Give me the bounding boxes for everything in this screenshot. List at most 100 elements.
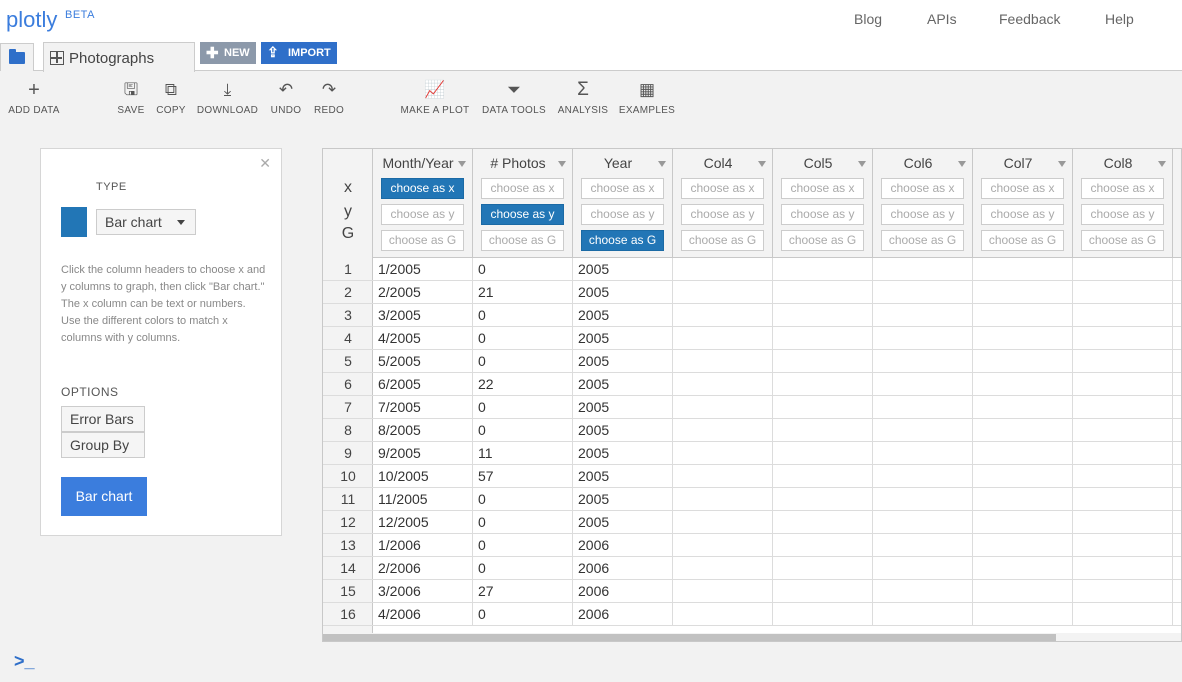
console-icon[interactable]: >_ <box>14 651 35 672</box>
table-cell[interactable] <box>673 396 773 419</box>
choose-as-x-button[interactable]: choose as x <box>881 178 964 199</box>
table-cell[interactable]: 2006 <box>573 580 673 603</box>
table-cell[interactable]: 1/2006 <box>373 534 473 557</box>
caret-down-icon[interactable] <box>1158 161 1166 167</box>
table-cell[interactable] <box>773 442 873 465</box>
table-cell[interactable]: 2005 <box>573 327 673 350</box>
close-icon[interactable]: ✕ <box>259 155 271 172</box>
table-cell[interactable] <box>673 603 773 626</box>
table-cell[interactable] <box>973 603 1073 626</box>
choose-as-g-button[interactable]: choose as G <box>1081 230 1164 251</box>
table-cell[interactable]: 2/2005 <box>373 281 473 304</box>
table-cell[interactable] <box>673 442 773 465</box>
table-cell[interactable] <box>973 373 1073 396</box>
table-cell[interactable] <box>773 465 873 488</box>
choose-as-g-button[interactable]: choose as G <box>781 230 864 251</box>
table-cell[interactable]: 3/2006 <box>373 580 473 603</box>
table-cell[interactable] <box>673 557 773 580</box>
choose-as-y-button[interactable]: choose as y <box>681 204 764 225</box>
table-cell[interactable] <box>973 327 1073 350</box>
table-cell[interactable]: 2005 <box>573 396 673 419</box>
table-cell[interactable] <box>873 304 973 327</box>
table-cell[interactable]: 0 <box>473 258 573 281</box>
table-cell[interactable] <box>873 557 973 580</box>
table-cell[interactable] <box>673 488 773 511</box>
choose-as-x-button[interactable]: choose as x <box>1081 178 1164 199</box>
table-cell[interactable] <box>1073 534 1173 557</box>
table-cell[interactable] <box>773 396 873 419</box>
table-cell[interactable]: 0 <box>473 603 573 626</box>
table-cell[interactable] <box>873 258 973 281</box>
table-cell[interactable]: 0 <box>473 534 573 557</box>
plotly-logo[interactable]: plotly <box>6 7 57 33</box>
table-cell[interactable] <box>1073 465 1173 488</box>
table-cell[interactable] <box>773 373 873 396</box>
choose-as-y-button[interactable]: choose as y <box>1081 204 1164 225</box>
table-cell[interactable]: 2005 <box>573 281 673 304</box>
table-cell[interactable]: 9/2005 <box>373 442 473 465</box>
table-cell[interactable]: 2005 <box>573 465 673 488</box>
table-cell[interactable]: 0 <box>473 557 573 580</box>
table-cell[interactable]: 5/2005 <box>373 350 473 373</box>
table-cell[interactable] <box>773 327 873 350</box>
table-cell[interactable] <box>1073 557 1173 580</box>
table-cell[interactable] <box>873 580 973 603</box>
table-cell[interactable] <box>973 511 1073 534</box>
table-cell[interactable] <box>1073 419 1173 442</box>
table-cell[interactable]: 4/2005 <box>373 327 473 350</box>
table-cell[interactable] <box>673 419 773 442</box>
choose-as-g-button[interactable]: choose as G <box>681 230 764 251</box>
choose-as-y-button[interactable]: choose as y <box>781 204 864 225</box>
table-cell[interactable]: 0 <box>473 304 573 327</box>
nav-blog[interactable]: Blog <box>854 11 882 27</box>
column-header[interactable]: Year choose as x choose as y choose as G <box>573 149 673 258</box>
table-cell[interactable]: 3/2005 <box>373 304 473 327</box>
column-header[interactable]: Month/Year choose as x choose as y choose a… <box>373 149 473 258</box>
caret-down-icon[interactable] <box>458 161 466 167</box>
table-cell[interactable] <box>673 327 773 350</box>
table-cell[interactable] <box>1073 327 1173 350</box>
table-cell[interactable] <box>673 534 773 557</box>
table-cell[interactable]: 2005 <box>573 304 673 327</box>
table-cell[interactable] <box>873 350 973 373</box>
table-cell[interactable] <box>1073 281 1173 304</box>
table-cell[interactable]: 7/2005 <box>373 396 473 419</box>
table-cell[interactable]: 2/2006 <box>373 557 473 580</box>
table-cell[interactable]: 57 <box>473 465 573 488</box>
table-cell[interactable]: 2005 <box>573 488 673 511</box>
choose-as-g-button[interactable]: choose as G <box>881 230 964 251</box>
make-plot-button[interactable]: 📈 MAKE A PLOT <box>398 71 472 125</box>
table-cell[interactable] <box>973 465 1073 488</box>
chart-type-select[interactable]: Bar chart <box>96 209 196 235</box>
table-cell[interactable]: 2006 <box>573 557 673 580</box>
choose-as-g-button[interactable]: choose as G <box>981 230 1064 251</box>
choose-as-g-button[interactable]: choose as G <box>381 230 464 251</box>
table-cell[interactable] <box>773 350 873 373</box>
choose-as-x-button[interactable]: choose as x <box>381 178 464 199</box>
bar-chart-button[interactable]: Bar chart <box>61 477 147 516</box>
folder-tab[interactable] <box>0 43 34 71</box>
choose-as-g-button[interactable]: choose as G <box>481 230 564 251</box>
column-header[interactable]: Col7 choose as x choose as y choose as G <box>973 149 1073 258</box>
table-cell[interactable] <box>873 442 973 465</box>
table-cell[interactable]: 27 <box>473 580 573 603</box>
table-cell[interactable]: 0 <box>473 419 573 442</box>
table-cell[interactable]: 2006 <box>573 534 673 557</box>
table-cell[interactable] <box>1073 350 1173 373</box>
new-button[interactable]: ✚ NEW <box>200 42 256 64</box>
table-cell[interactable] <box>873 603 973 626</box>
caret-down-icon[interactable] <box>658 161 666 167</box>
table-cell[interactable] <box>873 327 973 350</box>
column-header[interactable]: Col6 choose as x choose as y choose as G <box>873 149 973 258</box>
table-cell[interactable]: 2005 <box>573 258 673 281</box>
table-cell[interactable] <box>873 534 973 557</box>
redo-button[interactable]: ↷ REDO <box>312 71 346 125</box>
table-cell[interactable]: 11/2005 <box>373 488 473 511</box>
choose-as-y-button[interactable]: choose as y <box>381 204 464 225</box>
table-cell[interactable] <box>973 281 1073 304</box>
column-header[interactable]: Col8 choose as x choose as y choose as G <box>1073 149 1173 258</box>
choose-as-g-button[interactable]: choose as G <box>581 230 664 251</box>
column-header[interactable]: Col4 choose as x choose as y choose as G <box>673 149 773 258</box>
table-cell[interactable] <box>873 465 973 488</box>
column-header[interactable]: Col5 choose as x choose as y choose as G <box>773 149 873 258</box>
